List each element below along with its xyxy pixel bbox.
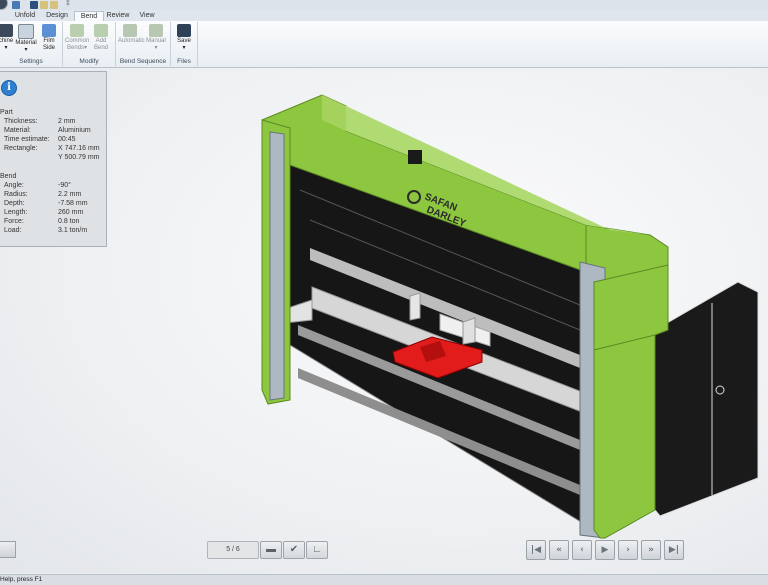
ribbon-tabs: Unfold Design Bend Review View — [0, 10, 768, 22]
group-label-files: Files — [177, 58, 191, 65]
undo-icon[interactable] — [40, 1, 48, 9]
top-sensor — [408, 150, 422, 164]
info-panel: i Part Thickness: 2 mm Material: Aluminium… — [0, 71, 107, 247]
manual-button[interactable]: Manual ▾ — [144, 24, 168, 51]
ribbon: chine ▾ Material ▾ Film Side Settings Comm… — [0, 21, 768, 68]
press-brake-model[interactable]: SAFAN DARLEY — [0, 68, 768, 573]
3d-viewport[interactable]: SAFAN DARLEY — [0, 68, 768, 573]
info-icon[interactable]: i — [1, 80, 17, 96]
film-side-icon — [42, 24, 56, 37]
tab-design[interactable]: Design — [42, 11, 72, 21]
left-column-guard — [269, 131, 285, 401]
app-menu-button[interactable] — [0, 0, 8, 10]
common-bends-button[interactable]: Common Bends▾ — [65, 24, 89, 51]
punch-block — [462, 317, 476, 345]
add-bend-icon — [94, 24, 108, 37]
play-icon[interactable]: ▶ — [595, 540, 615, 560]
prev-icon[interactable]: ‹ — [572, 540, 592, 560]
common-bends-icon — [70, 24, 84, 37]
view-toggle-button[interactable] — [0, 541, 16, 558]
group-files: Save ▾ Files — [171, 22, 198, 66]
remove-bend-button[interactable]: ▬ — [260, 541, 282, 559]
quick-save-icon[interactable] — [30, 1, 38, 9]
group-modify: Common Bends▾ Add Bend Modify — [63, 22, 116, 66]
group-settings: chine ▾ Material ▾ Film Side Settings — [0, 22, 63, 66]
part-section-title: Part — [0, 109, 13, 116]
add-bend-button[interactable]: Add Bend — [89, 24, 113, 51]
bend-shape-button[interactable]: ∟ — [306, 541, 328, 559]
save-button[interactable]: Save ▾ — [172, 24, 196, 51]
first-icon[interactable]: |◀ — [526, 540, 546, 560]
tab-review[interactable]: Review — [104, 11, 132, 21]
machine-icon — [0, 24, 13, 37]
group-bend-sequence: Automatic Manual ▾ Bend Sequence — [116, 22, 171, 66]
next-icon[interactable]: › — [618, 540, 638, 560]
save-icon — [177, 24, 191, 37]
next-next-icon[interactable]: » — [641, 540, 661, 560]
material-button[interactable]: Material ▾ — [14, 24, 38, 53]
quick-access-dropdown[interactable]: ‡ — [66, 0, 70, 7]
cabinet — [654, 281, 759, 517]
automatic-icon — [123, 24, 137, 37]
automatic-button[interactable]: Automatic — [118, 24, 145, 45]
tab-unfold[interactable]: Unfold — [10, 11, 40, 21]
checkmark-icon[interactable]: ✔ — [283, 541, 305, 559]
prev-prev-icon[interactable]: « — [549, 540, 569, 560]
bend-step-indicator: 5 / 6 — [207, 541, 259, 559]
group-label-bend-sequence: Bend Sequence — [119, 58, 167, 65]
group-label-settings: Settings — [19, 58, 43, 65]
punch-block — [409, 292, 421, 321]
redo-icon[interactable] — [50, 1, 58, 9]
tab-view[interactable]: View — [134, 11, 160, 21]
bend-section-title: Bend — [0, 173, 17, 180]
save-icon[interactable] — [12, 1, 20, 9]
film-side-button[interactable]: Film Side — [37, 24, 61, 51]
group-label-modify: Modify — [79, 58, 99, 65]
last-icon[interactable]: ▶| — [664, 540, 684, 560]
status-bar: Help, press F1 — [0, 574, 768, 585]
manual-icon — [149, 24, 163, 37]
material-icon — [18, 24, 34, 39]
